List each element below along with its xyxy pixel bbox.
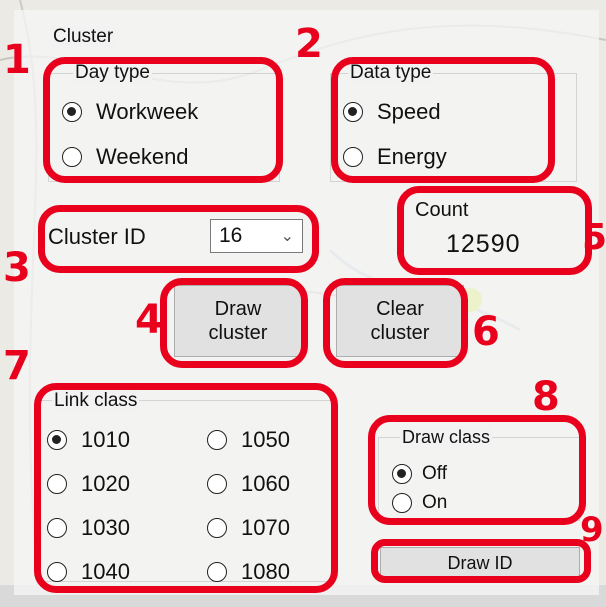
annotation-number-7: 7 (3, 343, 31, 389)
link-class-1010-radio[interactable]: 1010 (47, 427, 130, 453)
annotation-number-3: 3 (3, 245, 31, 291)
draw-class-on-label: On (422, 492, 448, 513)
cluster-id-value: 16 (219, 224, 243, 247)
clear-cluster-line2: cluster (370, 322, 430, 344)
annotation-number-6: 6 (472, 309, 500, 355)
link-class-label: Link class (52, 390, 140, 412)
link-class-option: 1030 (81, 515, 130, 540)
energy-radio[interactable]: Energy (343, 144, 447, 170)
link-class-option: 1020 (81, 471, 130, 496)
annotation-number-9: 9 (580, 510, 604, 550)
radio-empty-indicator (47, 562, 67, 582)
weekend-radio[interactable]: Weekend (62, 144, 189, 170)
workweek-label: Workweek (96, 99, 199, 124)
link-class-1020-radio[interactable]: 1020 (47, 471, 130, 497)
link-class-option: 1050 (241, 427, 290, 452)
radio-selected-indicator (392, 464, 412, 484)
link-class-1030-radio[interactable]: 1030 (47, 515, 130, 541)
link-class-option: 1080 (241, 559, 290, 584)
link-class-1040-radio[interactable]: 1040 (47, 559, 130, 585)
radio-empty-indicator (392, 493, 412, 513)
link-class-option: 1040 (81, 559, 130, 584)
draw-id-button[interactable]: Draw ID (380, 547, 580, 579)
radio-selected-indicator (47, 430, 67, 450)
radio-empty-indicator (207, 430, 227, 450)
radio-selected-indicator (62, 102, 82, 122)
draw-class-off-label: Off (422, 463, 447, 484)
radio-empty-indicator (47, 474, 67, 494)
radio-empty-indicator (62, 147, 82, 167)
draw-class-off-radio[interactable]: Off (392, 463, 447, 485)
radio-empty-indicator (207, 562, 227, 582)
day-type-label: Day type (73, 62, 152, 84)
draw-id-label: Draw ID (447, 553, 513, 573)
link-class-option: 1010 (81, 427, 130, 452)
link-class-1060-radio[interactable]: 1060 (207, 471, 290, 497)
link-class-option: 1070 (241, 515, 290, 540)
link-class-option: 1060 (241, 471, 290, 496)
count-value: 12590 (446, 230, 521, 258)
count-label: Count (415, 199, 469, 221)
radio-empty-indicator (207, 474, 227, 494)
annotation-number-2: 2 (295, 21, 323, 67)
clear-cluster-button[interactable]: Clear cluster (336, 285, 464, 357)
cluster-group-title: Cluster (51, 26, 116, 48)
workweek-radio[interactable]: Workweek (62, 99, 198, 125)
speed-label: Speed (377, 99, 441, 124)
annotation-number-4: 4 (135, 297, 163, 343)
radio-empty-indicator (207, 518, 227, 538)
clear-cluster-line1: Clear (376, 298, 424, 320)
draw-cluster-line2: cluster (208, 322, 268, 344)
energy-label: Energy (377, 144, 447, 169)
link-class-1070-radio[interactable]: 1070 (207, 515, 290, 541)
draw-class-label: Draw class (400, 426, 493, 448)
cluster-id-dropdown[interactable]: 16 ⌄ (210, 219, 303, 253)
chevron-down-icon: ⌄ (280, 228, 294, 245)
cluster-id-label: Cluster ID (48, 224, 146, 249)
draw-class-on-radio[interactable]: On (392, 492, 447, 514)
draw-cluster-line1: Draw (214, 298, 262, 320)
radio-selected-indicator (343, 102, 363, 122)
radio-empty-indicator (47, 518, 67, 538)
weekend-label: Weekend (96, 144, 189, 169)
link-class-1080-radio[interactable]: 1080 (207, 559, 290, 585)
link-class-1050-radio[interactable]: 1050 (207, 427, 290, 453)
annotation-number-5: 5 (582, 217, 606, 258)
data-type-label: Data type (348, 62, 434, 84)
speed-radio[interactable]: Speed (343, 99, 441, 125)
annotation-number-1: 1 (3, 37, 31, 83)
annotation-number-8: 8 (532, 374, 560, 420)
draw-cluster-button[interactable]: Draw cluster (174, 285, 302, 357)
radio-empty-indicator (343, 147, 363, 167)
